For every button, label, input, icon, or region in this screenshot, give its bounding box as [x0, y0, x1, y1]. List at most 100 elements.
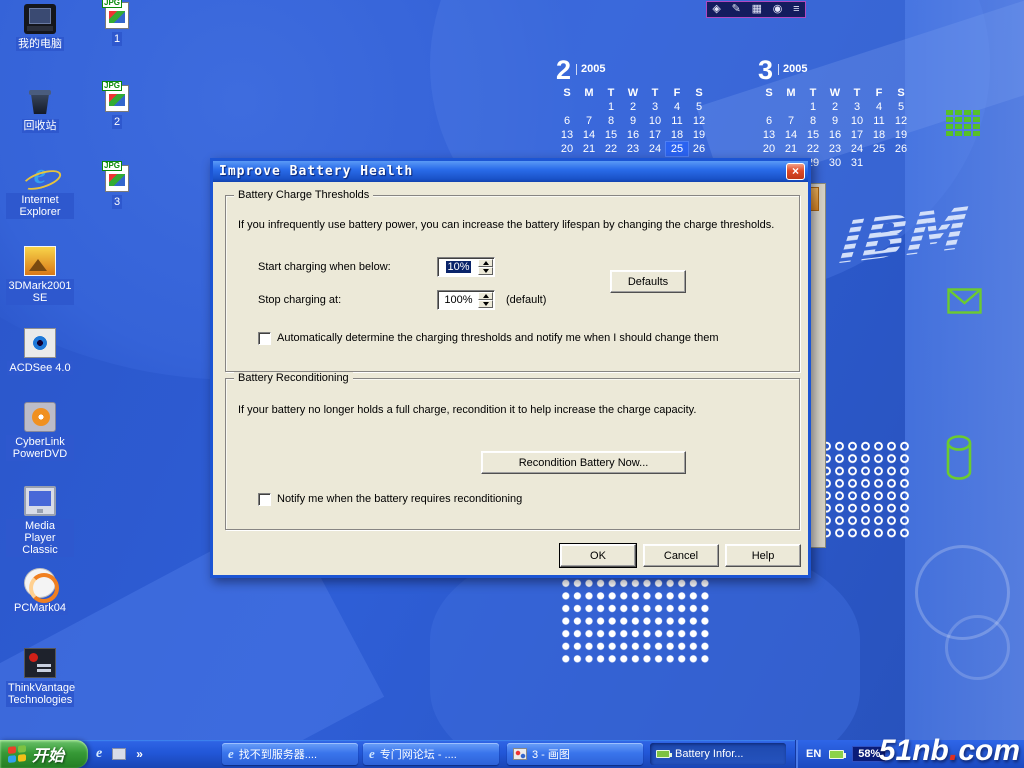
defaults-button[interactable]: Defaults	[610, 270, 686, 293]
calendar-day: 17	[644, 128, 666, 142]
desktop-icon-recycle-bin[interactable]: 回收站	[6, 86, 74, 133]
recondition-battery-button[interactable]: Recondition Battery Now...	[481, 451, 686, 474]
internet-explorer-quicklaunch-icon[interactable]: e	[96, 746, 102, 762]
desktop-icon-powerdvd[interactable]: CyberLink PowerDVD	[6, 402, 74, 461]
desktop-icon-label: Media Player Classic	[6, 519, 74, 557]
calendar-day: 1	[600, 100, 622, 114]
calendar-month-number: 3	[758, 56, 773, 84]
stop-charging-label: Stop charging at:	[258, 294, 341, 307]
internet-explorer-task-icon: e	[228, 746, 234, 762]
calendar-day: 24	[846, 142, 868, 156]
start-button[interactable]: 开始	[0, 740, 88, 768]
improve-battery-health-dialog: Improve Battery Health × Battery Charge …	[210, 158, 811, 578]
desktop-file-jpg-2[interactable]: JPG 2	[94, 85, 140, 129]
spinner-down-icon[interactable]	[478, 267, 493, 275]
cancel-button[interactable]: Cancel	[643, 544, 719, 567]
spinner-up-icon[interactable]	[478, 292, 493, 300]
calendar-day: 5	[688, 100, 710, 114]
calendar-day: 15	[802, 128, 824, 142]
battery-task-icon	[656, 750, 670, 758]
spinner-down-icon[interactable]	[478, 300, 493, 308]
file-icon-label: 3	[112, 195, 122, 209]
checkbox-label: Notify me when the battery requires reco…	[277, 493, 522, 505]
start-charging-spinner[interactable]: 10%	[437, 257, 495, 277]
desktop-icon-my-computer[interactable]: 我的电脑	[6, 4, 74, 51]
calendar-year: 2005	[576, 64, 605, 75]
stop-default-suffix: (default)	[506, 294, 546, 307]
calendar-day: 18	[868, 128, 890, 142]
task-button-forum[interactable]: e 专门网论坛 - ....	[363, 743, 499, 765]
3dmark-icon	[24, 246, 56, 276]
internet-explorer-task-icon: e	[369, 746, 375, 762]
close-icon[interactable]: ×	[786, 163, 805, 180]
cylinder-icon	[944, 434, 974, 482]
dialog-title: Improve Battery Health	[219, 164, 413, 179]
calendar-weekday-row: SMTWTFS	[556, 86, 710, 100]
desktop-icon-acdsee[interactable]: ACDSee 4.0	[6, 328, 74, 375]
media-player-quicklaunch-icon[interactable]	[112, 748, 126, 760]
calendar-day: 2	[824, 100, 846, 114]
weekday-label: T	[644, 86, 666, 100]
target-icon[interactable]: ◉	[773, 2, 783, 17]
menu-icon[interactable]: ≡	[793, 2, 799, 17]
calendar-day: 15	[600, 128, 622, 142]
ibm-logo-text: IBM	[836, 194, 971, 276]
calendar-day: 9	[622, 114, 644, 128]
grid-icon[interactable]: ▦	[752, 2, 762, 17]
stop-charging-spinner[interactable]: 100%	[437, 290, 495, 310]
task-button-server-not-found[interactable]: e 找不到服务器....	[222, 743, 358, 765]
desktop-icon-label: 3DMark2001 SE	[6, 279, 74, 305]
watermark-51nb: 51nb.com	[879, 734, 1020, 768]
help-button[interactable]: Help	[725, 544, 801, 567]
desktop-icon-label: ACDSee 4.0	[7, 361, 72, 375]
calendar-day: 21	[578, 142, 600, 156]
checkbox-icon[interactable]	[258, 493, 271, 506]
quicklaunch-chevron-icon[interactable]: »	[136, 747, 143, 761]
calendar-day: 16	[622, 128, 644, 142]
battery-tray-icon[interactable]	[829, 750, 844, 759]
desktop-icon-media-player-classic[interactable]: Media Player Classic	[6, 486, 74, 557]
jpg-badge: JPG	[102, 0, 122, 8]
calendar-day: 10	[846, 114, 868, 128]
desktop-file-jpg-1[interactable]: JPG 1	[94, 2, 140, 46]
calendar-day: 7	[578, 114, 600, 128]
calendar-day: 16	[824, 128, 846, 142]
start-charging-value[interactable]: 10%	[440, 261, 477, 273]
watermark-text: com	[958, 734, 1020, 767]
my-computer-icon	[24, 4, 56, 34]
calendar-day	[556, 100, 578, 114]
calendar-day: 4	[666, 100, 688, 114]
jpg-badge: JPG	[102, 161, 122, 171]
desktop-icon-thinkvantage[interactable]: ThinkVantage Technologies	[6, 648, 74, 707]
language-indicator[interactable]: EN	[806, 748, 821, 760]
background-shape	[945, 615, 1010, 680]
paint-task-icon	[513, 748, 527, 760]
desktop-icon-pcmark04[interactable]: PCMark04	[6, 568, 74, 615]
spinner-up-icon[interactable]	[478, 259, 493, 267]
stop-charging-value[interactable]: 100%	[440, 294, 477, 306]
weekday-label: T	[846, 86, 868, 100]
task-button-label: Battery Infor...	[675, 748, 743, 760]
calendar-day: 10	[644, 114, 666, 128]
desktop-icon-internet-explorer[interactable]: e Internet Explorer	[6, 160, 74, 219]
watermark-text: 51nb	[879, 734, 949, 767]
floating-mini-toolbar: ◈ ✎ ▦ ◉ ≡	[706, 1, 806, 18]
desktop-icon-label: 回收站	[22, 119, 59, 133]
ok-button[interactable]: OK	[560, 544, 636, 567]
checkbox-icon[interactable]	[258, 332, 271, 345]
diamond-icon[interactable]: ◈	[712, 2, 720, 17]
calendar-day	[758, 100, 780, 114]
quick-launch-bar: e »	[96, 740, 143, 768]
calendar-day: 22	[600, 142, 622, 156]
notify-reconditioning-checkbox[interactable]: Notify me when the battery requires reco…	[258, 493, 778, 506]
auto-determine-checkbox[interactable]: Automatically determine the charging thr…	[258, 332, 778, 345]
desktop-file-jpg-3[interactable]: JPG 3	[94, 165, 140, 209]
task-button-paint[interactable]: 3 - 画图	[507, 743, 643, 765]
dialog-titlebar[interactable]: Improve Battery Health	[213, 161, 808, 182]
calendar-day	[578, 100, 600, 114]
desktop-icon-3dmark2001[interactable]: 3DMark2001 SE	[6, 246, 74, 305]
task-button-battery-information[interactable]: Battery Infor...	[650, 743, 786, 765]
pen-icon[interactable]: ✎	[732, 2, 741, 17]
calendar-day: 6	[556, 114, 578, 128]
jpg-file-icon: JPG	[105, 85, 129, 112]
